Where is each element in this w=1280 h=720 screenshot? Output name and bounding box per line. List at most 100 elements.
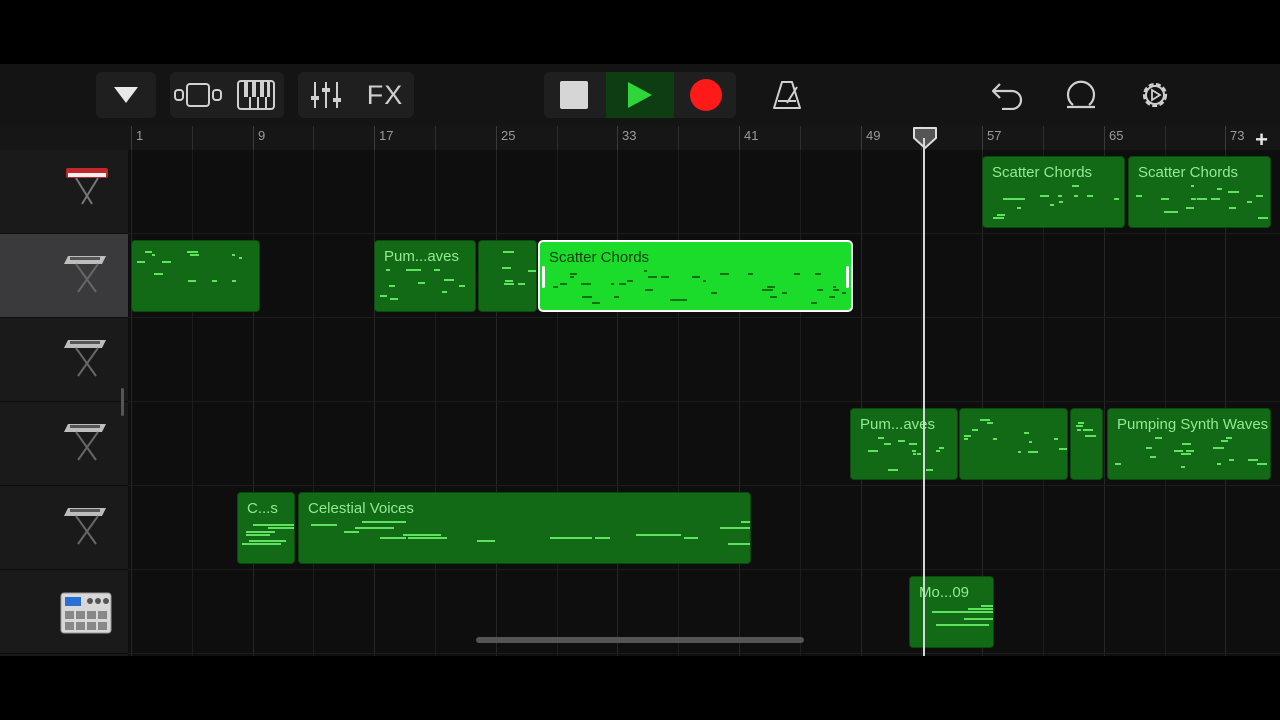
midi-note — [582, 296, 592, 298]
fx-button[interactable]: FX — [356, 72, 414, 118]
mixer-button[interactable] — [298, 72, 354, 118]
midi-note — [884, 443, 891, 445]
loop-browser-button[interactable] — [1058, 72, 1104, 118]
midi-region[interactable]: Pumping Synth Waves — [1107, 408, 1271, 480]
ruler-tick — [617, 126, 618, 150]
midi-region[interactable]: Pum...aves — [850, 408, 958, 480]
midi-note — [344, 531, 359, 533]
midi-note — [981, 605, 993, 607]
midi-region-selected[interactable]: Scatter Chords — [538, 240, 853, 312]
settings-button[interactable] — [1132, 72, 1178, 118]
midi-note — [728, 543, 750, 545]
midi-region[interactable]: Mo...09 — [909, 576, 994, 648]
midi-note — [152, 254, 155, 256]
track-lanes[interactable]: Scatter Chords Scatter Chords Pum...aves Sc… — [128, 150, 1280, 656]
midi-note — [1168, 211, 1178, 213]
midi-note — [678, 299, 687, 301]
region-trim-handle-left[interactable] — [542, 266, 545, 288]
midi-note — [1087, 195, 1093, 197]
midi-region[interactable]: Pum...aves — [374, 240, 476, 312]
ruler-tick — [1225, 126, 1226, 150]
ruler-tick — [1104, 126, 1105, 150]
midi-note — [570, 273, 577, 275]
midi-note — [1054, 438, 1058, 440]
tracks-view-button[interactable] — [170, 72, 226, 118]
midi-note — [1161, 198, 1169, 200]
midi-note — [1229, 459, 1234, 461]
midi-note — [888, 469, 898, 471]
midi-note — [648, 276, 657, 278]
garageband-tracks-view: FX 1 9 17 25 33 41 49 57 65 73 + Scatter… — [0, 64, 1280, 656]
midi-note — [692, 276, 700, 278]
track-header[interactable] — [0, 318, 128, 402]
midi-note — [1115, 463, 1121, 465]
midi-note — [684, 537, 698, 539]
midi-note — [770, 296, 777, 298]
midi-note — [380, 537, 406, 539]
midi-note — [595, 537, 610, 539]
midi-note — [1114, 198, 1119, 200]
midi-note — [833, 286, 836, 288]
midi-note — [444, 279, 454, 281]
browser-toggle-button[interactable] — [96, 72, 156, 118]
midi-note — [1257, 463, 1267, 465]
midi-note — [741, 521, 750, 523]
ruler-bar-label: 17 — [379, 128, 394, 143]
track-lane[interactable] — [128, 318, 1280, 402]
midi-note — [980, 419, 990, 421]
record-button[interactable] — [676, 72, 736, 118]
midi-note — [253, 524, 294, 526]
track-header[interactable] — [0, 570, 128, 654]
horizontal-scrollbar[interactable] — [476, 637, 804, 643]
midi-note — [192, 251, 198, 253]
midi-note — [1040, 195, 1049, 197]
midi-note — [1191, 198, 1196, 200]
playhead-handle[interactable] — [912, 126, 938, 150]
midi-region[interactable]: Scatter Chords — [982, 156, 1125, 228]
midi-note — [1217, 463, 1221, 465]
ruler-tick — [313, 126, 314, 150]
midi-note — [1221, 447, 1224, 449]
region-trim-handle-right[interactable] — [846, 266, 849, 288]
midi-note — [1028, 451, 1038, 453]
midi-note — [644, 270, 647, 272]
track-header[interactable] — [0, 486, 128, 570]
stop-button[interactable] — [544, 72, 604, 118]
midi-note — [878, 437, 884, 439]
midi-note — [936, 624, 989, 626]
midi-note — [926, 469, 933, 471]
midi-note — [964, 435, 971, 437]
midi-region[interactable]: Celestial Voices — [298, 492, 751, 564]
midi-region[interactable] — [478, 240, 537, 312]
track-header[interactable] — [0, 150, 128, 234]
undo-button[interactable] — [984, 72, 1030, 118]
play-button[interactable] — [606, 72, 674, 118]
vertical-scrollbar[interactable] — [121, 388, 124, 416]
midi-note — [592, 302, 600, 304]
metronome-button[interactable] — [764, 72, 810, 118]
midi-note — [528, 270, 536, 272]
ruler-tick — [739, 126, 740, 150]
midi-region[interactable] — [131, 240, 260, 312]
ruler-tick — [861, 126, 862, 150]
midi-region[interactable] — [1070, 408, 1103, 480]
track-header[interactable] — [0, 402, 128, 486]
midi-note — [1074, 195, 1078, 197]
midi-note — [246, 534, 270, 536]
midi-region[interactable]: Scatter Chords — [1128, 156, 1271, 228]
midi-note — [711, 292, 717, 294]
midi-region[interactable]: C...s — [237, 492, 295, 564]
timeline-ruler[interactable]: 1 9 17 25 33 41 49 57 65 73 — [0, 126, 1280, 150]
midi-note — [1258, 217, 1268, 219]
keyboard-button[interactable] — [228, 72, 284, 118]
ruler-tick — [435, 126, 436, 150]
track-header[interactable] — [0, 234, 128, 318]
ruler-tick — [982, 126, 983, 150]
region-name: Scatter Chords — [992, 164, 1093, 181]
midi-note — [720, 527, 750, 529]
midi-note — [1217, 188, 1222, 190]
midi-note — [550, 537, 592, 539]
midi-note — [503, 251, 514, 253]
midi-region[interactable] — [959, 408, 1068, 480]
midi-note — [1228, 191, 1239, 193]
